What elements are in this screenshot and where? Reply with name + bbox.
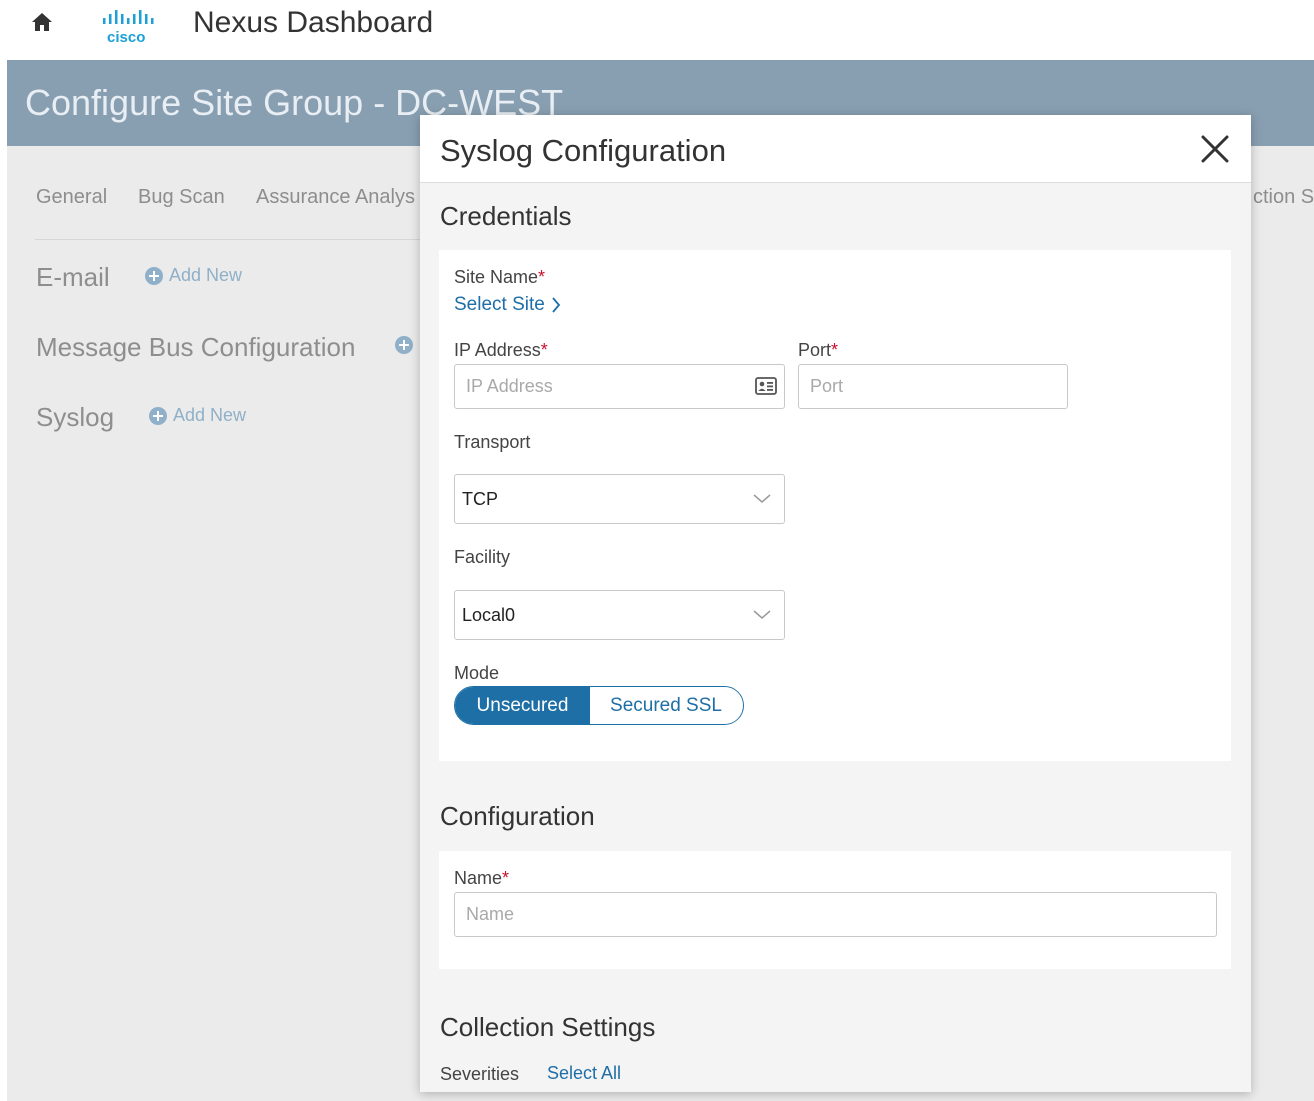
chevron-down-icon (753, 494, 771, 503)
port-input[interactable] (798, 364, 1068, 409)
ip-address-input[interactable] (454, 364, 785, 409)
transport-value: TCP (462, 489, 498, 509)
tab-collection-settings[interactable]: ction S (1253, 186, 1314, 209)
transport-select[interactable]: TCP (454, 474, 785, 524)
configuration-heading: Configuration (440, 801, 595, 831)
message-bus-add-button[interactable] (395, 336, 413, 354)
app-title: Nexus Dashboard (193, 6, 434, 39)
collection-settings-heading: Collection Settings (440, 1012, 656, 1042)
chevron-right-icon (552, 297, 561, 313)
facility-select[interactable]: Local0 (454, 590, 785, 640)
address-book-icon[interactable] (755, 377, 777, 395)
cisco-logo: cisco (103, 10, 154, 46)
facility-label: Facility (454, 547, 511, 567)
syslog-add-new-button[interactable]: Add New (149, 405, 246, 426)
select-site-label: Select Site (454, 294, 545, 315)
select-all-link[interactable]: Select All (547, 1063, 621, 1084)
modal-header: Syslog Configuration (420, 115, 1251, 183)
section-email: E-mail (36, 262, 110, 292)
top-bar: cisco Nexus Dashboard (0, 0, 1314, 60)
severities-label: Severities (440, 1064, 520, 1084)
syslog-add-new-label: Add New (173, 405, 247, 425)
transport-label: Transport (454, 432, 531, 452)
email-add-new-button[interactable]: Add New (145, 265, 242, 286)
port-label: Port* (798, 340, 839, 360)
home-icon[interactable] (30, 10, 54, 34)
select-site-link[interactable]: Select Site (454, 294, 561, 316)
tab-general[interactable]: General (36, 186, 107, 209)
chevron-down-icon (753, 610, 771, 619)
svg-text:cisco: cisco (107, 29, 145, 46)
section-message-bus: Message Bus Configuration (36, 332, 356, 362)
mode-secured-ssl-button[interactable]: Secured SSL (590, 687, 742, 724)
modal-title: Syslog Configuration (440, 133, 727, 168)
configuration-card: Name* (439, 851, 1231, 969)
plus-circle-icon (145, 266, 163, 285)
site-name-label: Site Name* (454, 267, 546, 287)
close-icon[interactable] (1197, 131, 1233, 167)
plus-circle-icon (395, 336, 413, 354)
tab-bug-scan[interactable]: Bug Scan (138, 186, 225, 209)
plus-circle-icon (149, 406, 167, 425)
mode-toggle: Unsecured Secured SSL (454, 686, 744, 725)
credentials-heading: Credentials (440, 201, 572, 231)
ip-address-label: IP Address* (454, 340, 548, 360)
section-syslog: Syslog (36, 402, 115, 432)
mode-unsecured-button[interactable]: Unsecured (455, 687, 590, 724)
name-label: Name* (454, 868, 510, 888)
syslog-configuration-modal: Syslog Configuration Credentials Site Na… (420, 115, 1251, 1092)
email-add-new-label: Add New (169, 265, 243, 285)
facility-value: Local0 (462, 605, 516, 625)
credentials-card: Site Name* Select Site IP Address* Port*… (439, 250, 1231, 761)
tab-assurance-analysis[interactable]: Assurance Analys (256, 186, 415, 209)
name-input[interactable] (454, 892, 1217, 937)
mode-label: Mode (454, 663, 500, 683)
